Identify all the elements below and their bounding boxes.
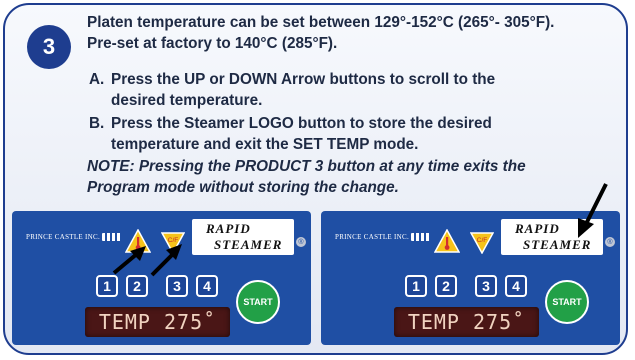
brand-label: PRINCE CASTLE INC. xyxy=(26,233,123,242)
step-a: A. Press the UP or DOWN Arrow buttons to… xyxy=(89,69,609,111)
steamer-logo-button[interactable]: RAPID STEAMER xyxy=(192,219,294,255)
product-button-3[interactable]: 3 xyxy=(475,275,497,297)
temperature-display: TEMP 275˚ xyxy=(85,307,230,337)
cf-toggle-icon[interactable]: C/F xyxy=(470,232,494,254)
pointer-arrow-icon xyxy=(150,244,182,277)
product-button-2[interactable]: 2 xyxy=(435,275,457,297)
step-b-line: temperature and exit the SET TEMP mode. xyxy=(111,136,419,153)
warning-thermometer-icon[interactable] xyxy=(434,229,460,253)
product-button-1[interactable]: 1 xyxy=(96,275,118,297)
step-a-line: Press the UP or DOWN Arrow buttons to sc… xyxy=(111,71,496,88)
note-line: Program mode without storing the change. xyxy=(87,179,399,196)
intro-text: Platen temperature can be set between 12… xyxy=(87,12,632,54)
intro-line: Platen temperature can be set between 12… xyxy=(87,14,555,31)
logo-line-1: RAPID xyxy=(515,221,560,236)
step-a-line: desired temperature. xyxy=(111,92,263,109)
step-a-key: A. xyxy=(89,71,105,88)
step-number-badge: 3 xyxy=(27,25,71,69)
control-panel-left: PRINCE CASTLE INC. C/F RAPID STEAMER ® 1… xyxy=(12,211,311,345)
registered-mark: ® xyxy=(296,237,306,247)
step-b: B. Press the Steamer LOGO button to stor… xyxy=(89,113,609,155)
note-line: NOTE: Pressing the PRODUCT 3 button at a… xyxy=(87,158,526,175)
product-button-2[interactable]: 2 xyxy=(126,275,148,297)
note-text: NOTE: Pressing the PRODUCT 3 button at a… xyxy=(87,156,632,198)
brand-logo-mark xyxy=(411,233,432,242)
temperature-display: TEMP 275˚ xyxy=(394,307,539,337)
product-button-3[interactable]: 3 xyxy=(166,275,188,297)
intro-line: Pre-set at factory to 140°C (285°F). xyxy=(87,35,338,52)
brand-label: PRINCE CASTLE INC. xyxy=(335,233,432,242)
product-button-1[interactable]: 1 xyxy=(405,275,427,297)
start-button[interactable]: START xyxy=(236,280,280,324)
logo-line-1: RAPID xyxy=(206,221,251,236)
cf-label: C/F xyxy=(477,237,488,244)
logo-line-2: STEAMER xyxy=(214,237,283,252)
pointer-arrow-icon xyxy=(578,183,608,238)
product-button-4[interactable]: 4 xyxy=(505,275,527,297)
pointer-arrow-icon xyxy=(112,246,146,275)
start-button[interactable]: START xyxy=(545,280,589,324)
step-b-key: B. xyxy=(89,115,105,132)
step-b-line: Press the Steamer LOGO button to store t… xyxy=(111,115,492,132)
product-button-4[interactable]: 4 xyxy=(196,275,218,297)
